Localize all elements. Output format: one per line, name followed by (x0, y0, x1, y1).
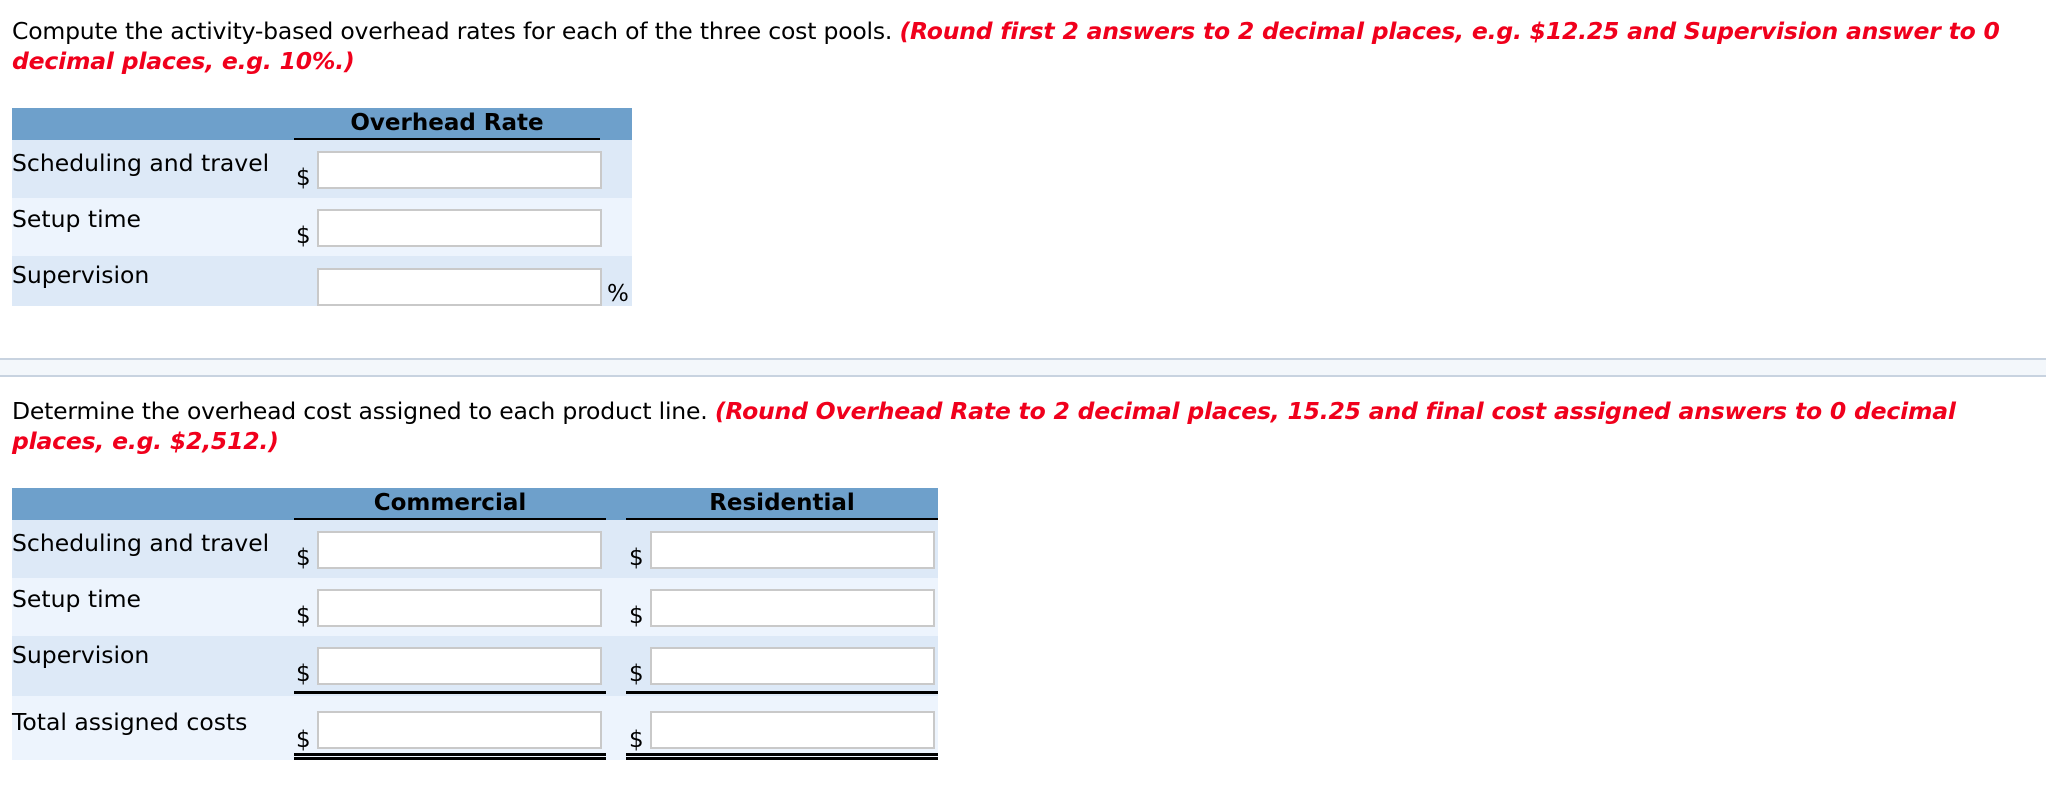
table-row: Setup time $ $ (12, 578, 938, 636)
part1-instruction: Compute the activity-based overhead rate… (12, 16, 2042, 76)
residential-scheduling-input[interactable] (650, 531, 935, 569)
percent-sign: % (607, 281, 629, 307)
part1-instruction-text: Compute the activity-based overhead rate… (12, 17, 893, 45)
column-header-residential: Residential (626, 488, 938, 521)
dollar-sign: $ (296, 727, 311, 753)
overhead-rate-table: Overhead Rate Scheduling and travel $ Se… (12, 108, 632, 308)
overhead-rate-supervision-input[interactable] (317, 268, 602, 306)
column-header-overhead-rate: Overhead Rate (294, 108, 600, 141)
dollar-sign: $ (296, 603, 311, 629)
cost-assignment-table: Commercial Residential Scheduling and tr… (12, 488, 938, 760)
residential-total-input[interactable] (650, 711, 935, 749)
dollar-sign: $ (296, 661, 311, 687)
total-double-underline (626, 753, 938, 760)
table-row: Setup time $ (12, 198, 632, 256)
row-label: Setup time (12, 205, 141, 233)
commercial-total-input[interactable] (317, 711, 602, 749)
part2-instruction: Determine the overhead cost assigned to … (12, 396, 2042, 456)
dollar-sign: $ (296, 165, 311, 191)
column-header-commercial: Commercial (294, 488, 606, 521)
table-row: Supervision $ $ (12, 636, 938, 696)
subtotal-underline (294, 691, 606, 694)
row-label: Supervision (12, 261, 150, 289)
overhead-rate-setup-input[interactable] (317, 209, 602, 247)
dollar-sign: $ (296, 223, 311, 249)
commercial-supervision-input[interactable] (317, 647, 602, 685)
residential-setup-input[interactable] (650, 589, 935, 627)
table-row-total: Total assigned costs $ $ (12, 696, 938, 760)
subtotal-underline (626, 691, 938, 694)
overhead-rate-scheduling-input[interactable] (317, 151, 602, 189)
part2-instruction-text: Determine the overhead cost assigned to … (12, 397, 708, 425)
row-label: Setup time (12, 585, 141, 613)
dollar-sign: $ (629, 545, 644, 571)
table-header-band: Commercial Residential (12, 488, 938, 521)
dollar-sign: $ (629, 661, 644, 687)
row-label: Scheduling and travel (12, 529, 270, 557)
commercial-scheduling-input[interactable] (317, 531, 602, 569)
table-row: Scheduling and travel $ $ (12, 520, 938, 578)
table-header-band: Overhead Rate (12, 108, 632, 141)
table-row: Supervision % (12, 256, 632, 306)
row-label: Scheduling and travel (12, 149, 270, 177)
residential-supervision-input[interactable] (650, 647, 935, 685)
row-label: Supervision (12, 641, 150, 669)
dollar-sign: $ (629, 727, 644, 753)
table-row: Scheduling and travel $ (12, 140, 632, 198)
section-divider (0, 358, 2046, 377)
dollar-sign: $ (629, 603, 644, 629)
row-label: Total assigned costs (12, 708, 248, 736)
total-double-underline (294, 753, 606, 760)
dollar-sign: $ (296, 545, 311, 571)
commercial-setup-input[interactable] (317, 589, 602, 627)
